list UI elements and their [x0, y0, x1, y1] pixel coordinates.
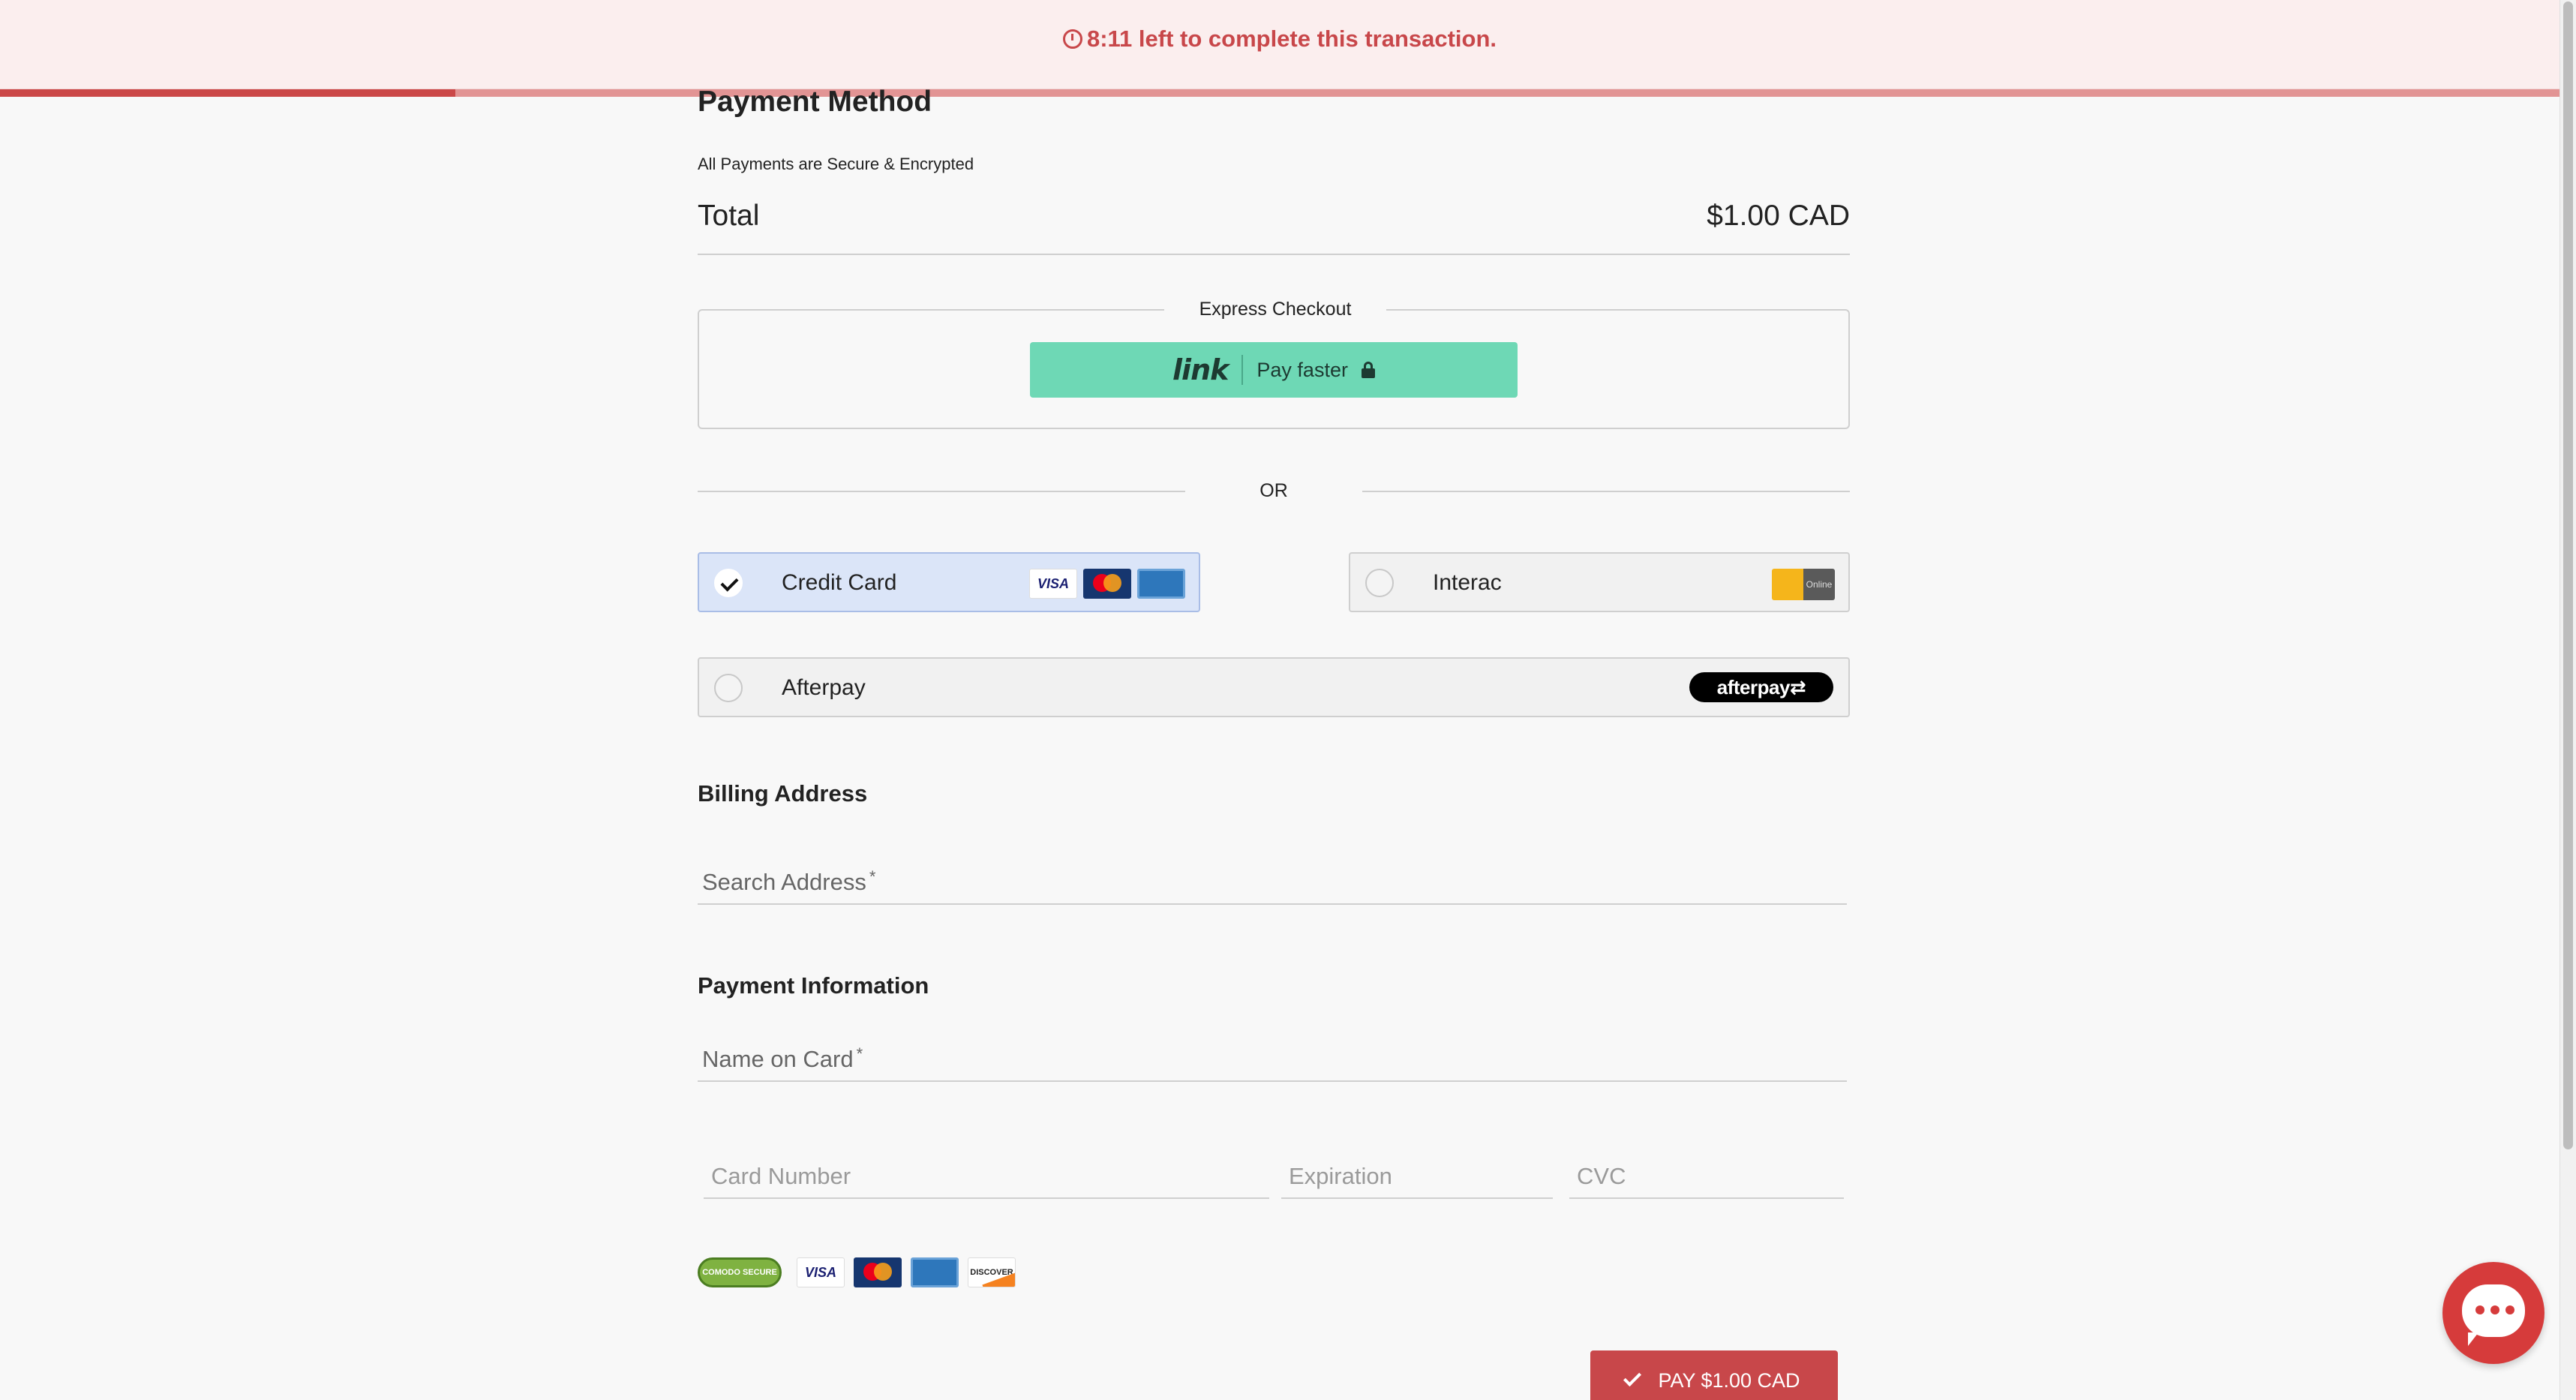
pay-button[interactable]: PAY $1.00 CAD: [1590, 1350, 1838, 1400]
payment-option-label: Credit Card: [782, 570, 897, 595]
payment-option-afterpay[interactable]: Afterpay afterpay⇄: [698, 657, 1850, 717]
credit-card-radio[interactable]: [714, 569, 743, 597]
payment-option-label: Afterpay: [782, 675, 866, 700]
name-on-card-label: Name on Card *: [702, 1044, 863, 1072]
page-title: Payment Method: [698, 86, 932, 118]
scrollbar[interactable]: [2559, 0, 2576, 1400]
comodo-secure-badge: COMODO SECURE: [698, 1257, 782, 1287]
interac-logos: Online: [1772, 569, 1835, 600]
search-address-label: Search Address *: [702, 867, 876, 895]
total-label: Total: [698, 200, 760, 232]
amex-logo: [1137, 569, 1185, 599]
secure-note: All Payments are Secure & Encrypted: [698, 155, 974, 173]
interac-online-logo: Online: [1772, 569, 1835, 600]
divider-right: [1362, 491, 1850, 492]
scrollbar-thumb[interactable]: [2563, 2, 2573, 1149]
payment-information-heading: Payment Information: [698, 972, 929, 999]
trust-badges: COMODO SECURE VISA DISCOVER: [698, 1257, 1016, 1287]
cvc-field[interactable]: CVC: [1569, 1148, 1844, 1199]
expiration-field[interactable]: Expiration: [1281, 1148, 1553, 1199]
or-divider: OR: [698, 480, 1850, 503]
timer-message: 8:11 left to complete this transaction.: [0, 26, 2559, 53]
expiration-placeholder: Expiration: [1289, 1163, 1392, 1189]
link-pay-button[interactable]: link Pay faster: [1030, 342, 1518, 398]
interac-radio[interactable]: [1365, 569, 1394, 597]
billing-address-heading: Billing Address: [698, 780, 868, 807]
pay-button-label: PAY $1.00 CAD: [1658, 1368, 1800, 1392]
amex-logo: [911, 1257, 959, 1287]
cvc-placeholder: CVC: [1577, 1163, 1626, 1189]
card-number-field[interactable]: Card Number: [704, 1148, 1269, 1199]
express-checkout-box: Express Checkout link Pay faster: [698, 299, 1850, 429]
mastercard-logo: [1083, 569, 1131, 599]
clock-icon: [1062, 29, 1082, 49]
card-brand-logos: VISA: [1029, 569, 1185, 599]
afterpay-radio[interactable]: [714, 674, 743, 702]
link-pay-label: Pay faster: [1256, 358, 1348, 381]
total-amount: $1.00 CAD: [1707, 200, 1850, 232]
card-number-placeholder: Card Number: [711, 1163, 851, 1189]
payment-option-label: Interac: [1433, 570, 1502, 595]
timer-text: 8:11 left to complete this transaction.: [1086, 26, 1497, 52]
divider: [1241, 355, 1244, 385]
timer-progress-fill: [0, 89, 456, 97]
express-checkout-legend: Express Checkout: [1164, 299, 1386, 320]
timer-progress-bar: [0, 89, 2559, 97]
chat-button[interactable]: [2442, 1262, 2544, 1364]
link-logo: link: [1172, 353, 1229, 386]
chat-icon: [2462, 1284, 2525, 1346]
visa-logo: VISA: [1029, 569, 1077, 599]
afterpay-logo: afterpay⇄: [1689, 672, 1833, 702]
search-address-field[interactable]: Search Address *: [698, 855, 1847, 905]
mastercard-logo: [854, 1257, 902, 1287]
payment-option-interac[interactable]: Interac Online: [1349, 552, 1850, 612]
discover-logo: DISCOVER: [968, 1257, 1016, 1287]
check-icon: [1623, 1368, 1642, 1387]
timer-banner: 8:11 left to complete this transaction.: [0, 0, 2559, 90]
total-row: Total $1.00 CAD: [698, 197, 1850, 255]
lock-icon: [1361, 362, 1375, 378]
payment-option-credit-card[interactable]: Credit Card VISA: [698, 552, 1200, 612]
name-on-card-field[interactable]: Name on Card *: [698, 1032, 1847, 1082]
visa-logo: VISA: [797, 1257, 845, 1287]
